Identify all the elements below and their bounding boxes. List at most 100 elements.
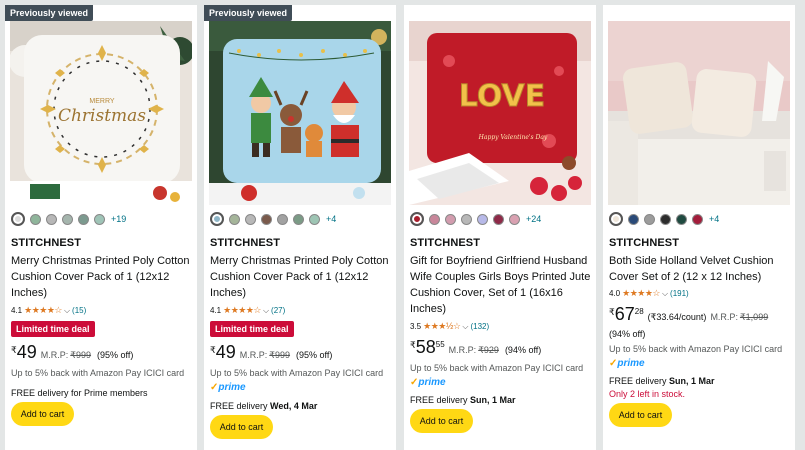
color-swatch[interactable] xyxy=(11,212,25,226)
delivery-date: Sun, 1 Mar xyxy=(470,395,516,405)
product-title[interactable]: Gift for Boyfriend Girlfriend Husband Wi… xyxy=(410,253,596,317)
color-swatch[interactable] xyxy=(30,213,41,225)
color-swatch[interactable] xyxy=(210,212,224,226)
color-swatch[interactable] xyxy=(94,213,105,225)
cashback-offer: Up to 5% back with Amazon Pay ICICI card xyxy=(410,363,584,373)
rating-count[interactable]: (191) xyxy=(670,289,689,298)
chevron-down-icon[interactable]: ⌵ xyxy=(263,306,269,316)
delivery-prefix: FREE delivery xyxy=(210,401,268,411)
more-colors-link[interactable]: +4 xyxy=(326,214,336,224)
color-swatch[interactable] xyxy=(660,213,671,225)
color-swatch[interactable] xyxy=(245,213,256,225)
price: ₹ 58 55 M.R.P: ₹929 (94% off) xyxy=(410,338,541,356)
price-fraction: 55 xyxy=(435,340,445,349)
delivery-info: FREE delivery Sun, 1 Mar xyxy=(609,376,715,386)
color-swatch[interactable] xyxy=(229,213,240,225)
rating[interactable]: 4.1 ★★★★☆ ⌵ (27) xyxy=(210,305,285,316)
color-swatches: +4 xyxy=(210,212,336,226)
price-fraction: 28 xyxy=(634,307,644,316)
valentine-caption: Happy Valentine's Day xyxy=(478,134,548,141)
prime-badge: ✓prime xyxy=(410,377,446,388)
color-swatch[interactable] xyxy=(429,213,440,225)
love-text: LOVE xyxy=(459,79,545,114)
product-title[interactable]: Merry Christmas Printed Poly Cotton Cush… xyxy=(210,253,396,301)
more-colors-link[interactable]: +19 xyxy=(111,214,126,224)
product-image[interactable] xyxy=(209,21,391,205)
color-swatch[interactable] xyxy=(445,213,456,225)
price: ₹ 67 28 (₹33.64/count) M.R.P: ₹1,099 xyxy=(609,305,774,323)
rating-count[interactable]: (15) xyxy=(72,306,86,315)
mrp-label: M.R.P: xyxy=(40,350,69,360)
cashback-offer: Up to 5% back with Amazon Pay ICICI card xyxy=(210,368,384,378)
cashback-offer: Up to 5% back with Amazon Pay ICICI card xyxy=(609,344,783,354)
product-card[interactable]: Previously viewed +4 STITCHNEST Merry Ch… xyxy=(204,5,396,450)
color-swatch[interactable] xyxy=(261,213,272,225)
star-rating-icon: ★★★★☆ xyxy=(622,288,660,298)
color-swatch[interactable] xyxy=(46,213,57,225)
product-title[interactable]: Both Side Holland Velvet Cushion Cover S… xyxy=(609,253,795,285)
color-swatch[interactable] xyxy=(676,213,687,225)
chevron-down-icon[interactable]: ⌵ xyxy=(64,306,70,316)
color-swatch[interactable] xyxy=(628,213,639,225)
color-swatch[interactable] xyxy=(461,213,472,225)
prime-badge: ✓prime xyxy=(210,382,246,393)
cashback-offer: Up to 5% back with Amazon Pay ICICI card xyxy=(11,368,185,378)
product-image[interactable]: MERRY Christmas xyxy=(10,21,192,205)
color-swatch[interactable] xyxy=(477,213,488,225)
christmas-text: Christmas xyxy=(58,106,146,126)
delivery-info: FREE delivery Sun, 1 Mar xyxy=(410,395,516,405)
mrp-label: M.R.P: xyxy=(448,345,477,355)
rating-count[interactable]: (132) xyxy=(470,322,489,331)
add-to-cart-button[interactable]: Add to cart xyxy=(210,415,273,439)
more-colors-link[interactable]: +4 xyxy=(709,214,719,224)
product-card[interactable]: LOVE Happy Valentine's Day +24 STITCHNES… xyxy=(404,5,596,450)
chevron-down-icon[interactable]: ⌵ xyxy=(462,322,468,332)
color-swatch[interactable] xyxy=(293,213,304,225)
add-to-cart-button[interactable]: Add to cart xyxy=(410,409,473,433)
rating[interactable]: 3.5 ★★★½☆ ⌵ (132) xyxy=(410,321,489,332)
brand-name: STITCHNEST xyxy=(410,237,481,249)
mrp-value: ₹999 xyxy=(269,350,291,360)
love-cushion-image: LOVE Happy Valentine's Day xyxy=(409,21,591,205)
rating-count[interactable]: (27) xyxy=(271,306,285,315)
more-colors-link[interactable]: +24 xyxy=(526,214,541,224)
color-swatches: +4 xyxy=(609,212,719,226)
color-swatch[interactable] xyxy=(410,212,424,226)
rating-value: 4.0 xyxy=(609,289,621,298)
mrp-label: M.R.P: xyxy=(710,312,738,322)
product-card[interactable]: MERRY Christmas Previously viewed +19 ST… xyxy=(5,5,197,450)
product-card[interactable]: +4 STITCHNEST Both Side Holland Velvet C… xyxy=(603,5,795,450)
discount-percent: (95% off) xyxy=(97,350,134,360)
color-swatch[interactable] xyxy=(609,212,623,226)
color-swatch[interactable] xyxy=(493,213,504,225)
color-swatch[interactable] xyxy=(644,213,655,225)
product-title[interactable]: Merry Christmas Printed Poly Cotton Cush… xyxy=(11,253,197,301)
delivery-info: FREE delivery for Prime members xyxy=(11,388,148,398)
mrp-value: ₹1,099 xyxy=(739,312,769,322)
mrp-label: M.R.P: xyxy=(239,350,268,360)
color-swatch[interactable] xyxy=(62,213,73,225)
velvet-cushion-image xyxy=(608,21,790,205)
color-swatch[interactable] xyxy=(277,213,288,225)
brand-name: STITCHNEST xyxy=(11,237,82,249)
star-rating-icon: ★★★½☆ xyxy=(423,321,461,331)
color-swatch[interactable] xyxy=(309,213,320,225)
add-to-cart-button[interactable]: Add to cart xyxy=(609,403,672,427)
add-to-cart-button[interactable]: Add to cart xyxy=(11,402,74,426)
color-swatch[interactable] xyxy=(692,213,703,225)
delivery-prefix: FREE delivery xyxy=(609,376,667,386)
rating[interactable]: 4.0 ★★★★☆ ⌵ (191) xyxy=(609,288,689,299)
product-image[interactable]: LOVE Happy Valentine's Day xyxy=(409,21,591,205)
color-swatch[interactable] xyxy=(509,213,520,225)
brand-name: STITCHNEST xyxy=(210,237,281,249)
color-swatch[interactable] xyxy=(78,213,89,225)
product-image[interactable] xyxy=(608,21,790,205)
discount-percent: (94% off) xyxy=(504,345,542,355)
delivery-date: Sun, 1 Mar xyxy=(669,376,715,386)
price-whole: 67 xyxy=(614,304,635,324)
rating[interactable]: 4.1 ★★★★☆ ⌵ (15) xyxy=(11,305,86,316)
chevron-down-icon[interactable]: ⌵ xyxy=(662,289,668,299)
mrp-value: ₹929 xyxy=(478,345,499,355)
price-whole: 49 xyxy=(16,342,37,362)
discount-percent: (95% off) xyxy=(296,350,333,360)
